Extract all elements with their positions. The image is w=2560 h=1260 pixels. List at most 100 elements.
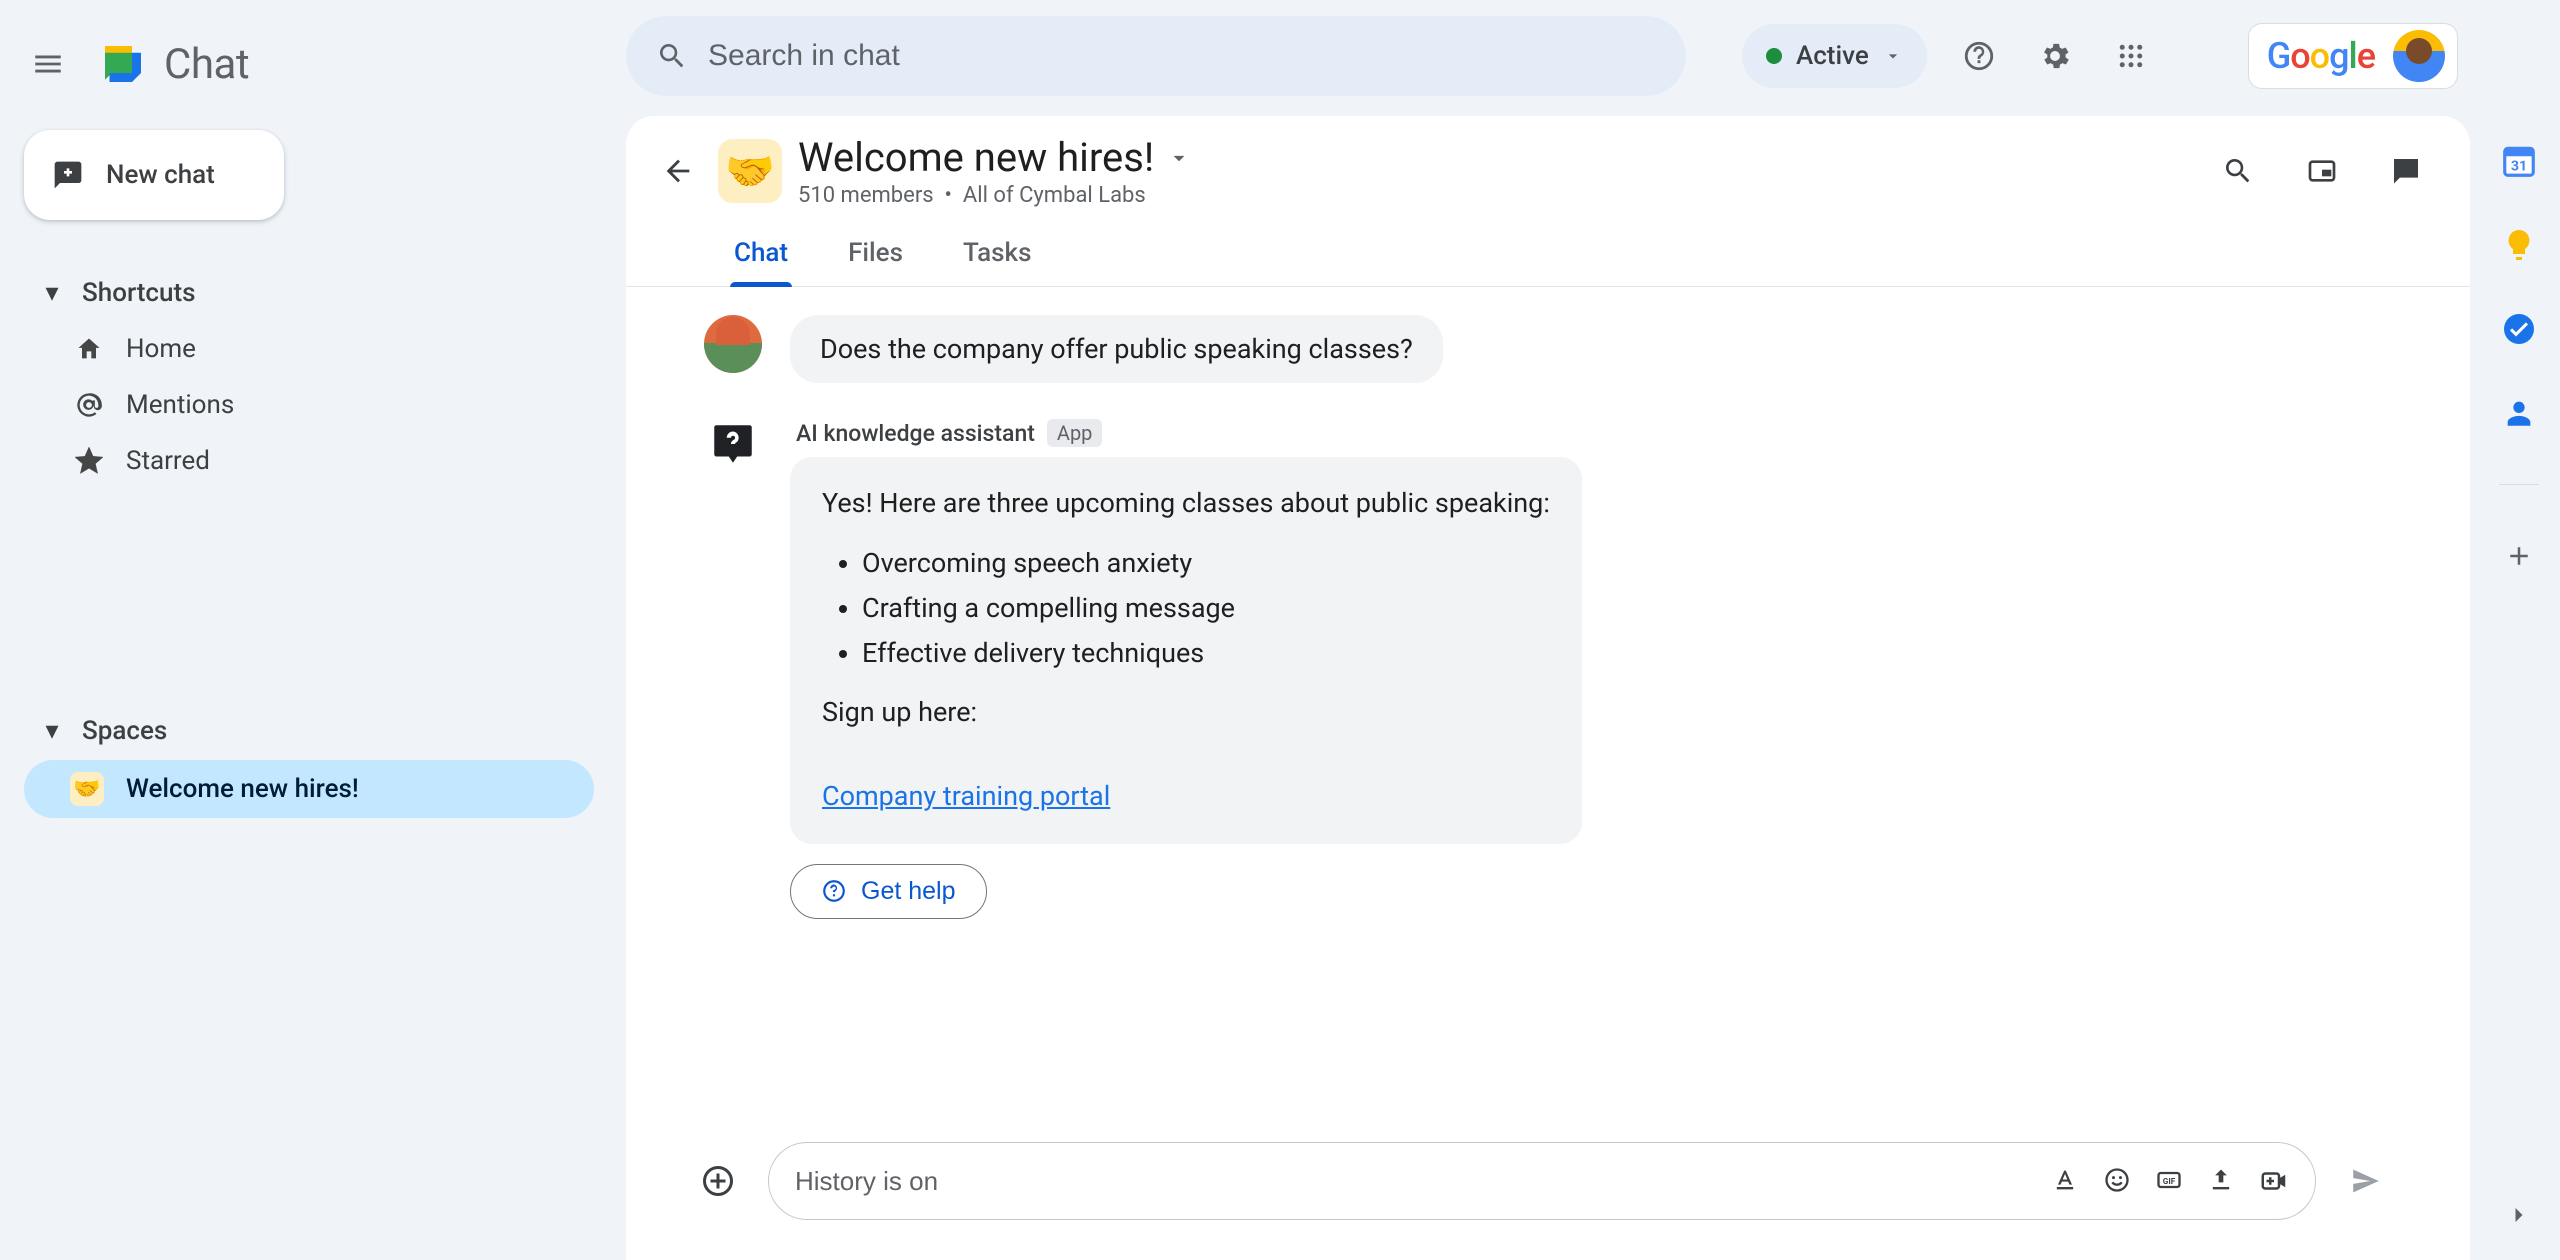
calendar-icon: 31 (2500, 142, 2538, 180)
video-button[interactable] (2259, 1166, 2289, 1196)
nav-item-home[interactable]: Home (24, 322, 594, 376)
account-switcher[interactable]: Google (2248, 23, 2458, 89)
get-help-label: Get help (861, 877, 956, 906)
plus-circle-icon (700, 1163, 736, 1199)
message-user: Does the company offer public speaking c… (704, 315, 2410, 383)
thread-button[interactable] (2382, 147, 2430, 195)
at-icon (74, 390, 104, 420)
room-search-button[interactable] (2214, 147, 2262, 195)
tab-files[interactable]: Files (844, 228, 907, 286)
rail-calendar[interactable]: 31 (2498, 140, 2540, 182)
send-icon (2349, 1164, 2383, 1198)
emoji-button[interactable] (2103, 1166, 2131, 1196)
rail-contacts[interactable] (2498, 392, 2540, 434)
company-training-link[interactable]: Company training portal (822, 780, 1110, 812)
settings-button[interactable] (2031, 32, 2079, 80)
search-input[interactable] (708, 39, 1656, 73)
help-button[interactable] (1955, 32, 2003, 80)
tab-tasks[interactable]: Tasks (959, 228, 1036, 286)
caret-down-icon: ▾ (38, 278, 66, 308)
user-message-text: Does the company offer public speaking c… (790, 315, 1443, 383)
caret-down-icon: ▾ (38, 716, 66, 746)
bot-bullet: Overcoming speech anxiety (862, 543, 1550, 585)
status-dot-icon (1766, 48, 1782, 64)
new-chat-button[interactable]: New chat (24, 130, 284, 220)
status-label: Active (1796, 41, 1869, 71)
room-subtitle: 510 members • All of Cymbal Labs (798, 183, 1192, 208)
pip-button[interactable] (2298, 147, 2346, 195)
bot-bullet: Crafting a compelling message (862, 588, 1550, 630)
main-menu-button[interactable] (24, 40, 72, 88)
chat-logo-icon (96, 37, 150, 91)
format-icon (2051, 1166, 2079, 1194)
bot-signup-label: Sign up here: (822, 692, 1550, 734)
menu-icon (31, 47, 65, 81)
rail-tasks[interactable] (2498, 308, 2540, 350)
back-button[interactable] (654, 147, 702, 195)
arrow-back-icon (661, 154, 695, 188)
chevron-down-icon (1883, 46, 1903, 66)
google-logo: Google (2267, 35, 2375, 77)
bot-intro: Yes! Here are three upcoming classes abo… (822, 483, 1550, 525)
nav-item-mentions[interactable]: Mentions (24, 378, 594, 432)
person-icon (2502, 396, 2536, 430)
get-help-button[interactable]: Get help (790, 864, 987, 919)
status-selector[interactable]: Active (1742, 24, 1927, 88)
help-icon (1962, 39, 1996, 73)
search-input-wrap[interactable] (626, 16, 1686, 96)
search-icon (2222, 155, 2254, 187)
chat-lines-icon (2390, 155, 2422, 187)
video-plus-icon (2259, 1166, 2289, 1196)
sidebar-space-label: Welcome new hires! (126, 774, 359, 804)
app-name: Chat (164, 40, 249, 89)
avatar[interactable] (2393, 30, 2445, 82)
rail-collapse[interactable] (2498, 1194, 2540, 1236)
room-title: Welcome new hires! (798, 134, 1154, 181)
message-bot: AI knowledge assistant App Yes! Here are… (704, 419, 2410, 919)
upload-icon (2207, 1166, 2235, 1194)
room-avatar: 🤝 (718, 139, 782, 203)
compose-input[interactable] (795, 1166, 2033, 1197)
keep-icon (2501, 227, 2537, 263)
gear-icon (2038, 39, 2072, 73)
svg-text:GIF: GIF (2163, 1176, 2176, 1186)
sidebar-space-welcome[interactable]: 🤝 Welcome new hires! (24, 760, 594, 818)
apps-button[interactable] (2107, 32, 2155, 80)
bot-avatar (704, 419, 762, 477)
nav-header-shortcuts[interactable]: ▾ Shortcuts (24, 266, 594, 320)
svg-text:31: 31 (2511, 159, 2527, 175)
help-box-icon (708, 419, 758, 469)
bot-bullet: Effective delivery techniques (862, 633, 1550, 675)
compose-add-button[interactable] (694, 1157, 742, 1205)
tasks-icon (2501, 311, 2537, 347)
new-chat-label: New chat (106, 160, 215, 190)
rail-add-app[interactable] (2498, 535, 2540, 577)
help-circle-icon (821, 878, 847, 904)
gif-button[interactable]: GIF (2155, 1166, 2183, 1196)
emoji-icon (2103, 1166, 2131, 1194)
search-icon (656, 40, 688, 72)
pip-icon (2306, 155, 2338, 187)
user-avatar (704, 315, 762, 373)
nav-item-label: Starred (126, 446, 210, 476)
rail-divider (2499, 484, 2539, 485)
space-emoji-icon: 🤝 (70, 772, 104, 806)
room-title-button[interactable]: Welcome new hires! (798, 134, 1192, 181)
nav-item-starred[interactable]: Starred (24, 434, 594, 488)
nav-header-spaces[interactable]: ▾ Spaces (24, 704, 594, 758)
send-button[interactable] (2342, 1157, 2390, 1205)
chevron-down-icon (1166, 145, 1192, 171)
upload-button[interactable] (2207, 1166, 2235, 1196)
tab-chat[interactable]: Chat (730, 228, 792, 286)
compose-box[interactable]: GIF (768, 1142, 2316, 1220)
home-icon (74, 334, 104, 364)
app-logo[interactable]: Chat (96, 37, 249, 91)
rail-keep[interactable] (2498, 224, 2540, 266)
bot-name: AI knowledge assistant (796, 420, 1035, 447)
bot-message-bubble: Yes! Here are three upcoming classes abo… (790, 457, 1582, 844)
format-button[interactable] (2051, 1166, 2079, 1196)
apps-grid-icon (2116, 41, 2146, 71)
app-badge: App (1047, 419, 1103, 447)
chevron-right-icon (2505, 1201, 2533, 1229)
gif-icon: GIF (2155, 1166, 2183, 1194)
